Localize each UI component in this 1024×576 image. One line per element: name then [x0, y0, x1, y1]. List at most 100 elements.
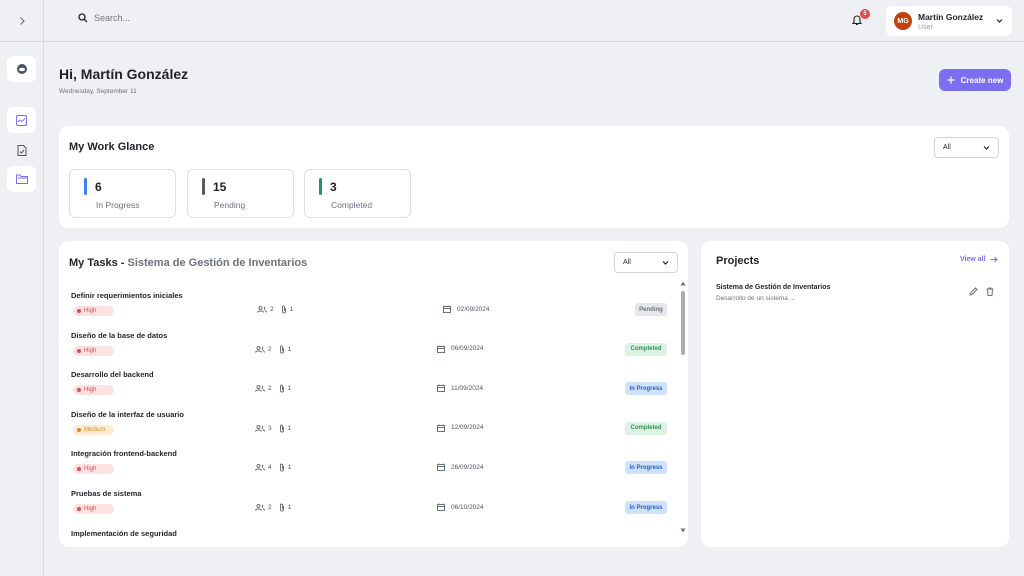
pending-label: Pending — [214, 200, 246, 210]
sidebar-item-tasks[interactable] — [7, 137, 36, 163]
attachment-count: 1 — [287, 464, 292, 472]
sidebar-item-dashboard[interactable] — [7, 107, 36, 133]
view-all-link[interactable]: View all — [960, 256, 998, 263]
priority-label: High — [84, 506, 97, 512]
priority-label: High — [84, 347, 97, 354]
create-new-label: Create new — [960, 75, 1004, 85]
task-due-date: 06/10/2024 — [437, 503, 484, 511]
priority-dot — [77, 309, 81, 313]
task-row[interactable]: Diseño de la base de datos High 2 1 06/09/20… — [71, 331, 669, 367]
stat-in-progress: 6 In Progress — [69, 169, 176, 218]
completed-count: 3 — [330, 180, 337, 194]
current-date: Wednesday, September 11 — [59, 88, 137, 95]
attachment-count: 1 — [287, 345, 292, 353]
sidebar — [0, 0, 44, 576]
folder-icon — [15, 174, 28, 184]
pending-indicator — [202, 178, 205, 195]
chevron-right-icon — [20, 16, 25, 25]
sidebar-item-home[interactable] — [7, 56, 36, 82]
task-meta: 21 — [257, 305, 293, 314]
scrollbar-thumb[interactable] — [681, 291, 685, 355]
work-glance-card: My Work Glance All 6 In Progress 15 Pend… — [59, 126, 1009, 228]
projects-title: Projects — [716, 255, 760, 267]
title-separator: - — [117, 257, 128, 269]
glance-filter-value: All — [943, 144, 951, 151]
status-badge: Completed — [625, 342, 667, 356]
scroll-up-icon — [680, 281, 686, 286]
priority-label: High — [84, 466, 97, 473]
paperclip-icon — [279, 503, 284, 512]
attachment-count: 1 — [287, 385, 292, 393]
task-name: Pruebas de sistema — [71, 489, 142, 498]
priority-dot — [77, 507, 81, 511]
task-name: Definir requerimientos iniciales — [71, 291, 183, 300]
task-due-date: 02/09/2024 — [443, 305, 490, 313]
task-meta: 41 — [255, 463, 291, 472]
create-new-button[interactable]: Create new — [939, 69, 1011, 91]
due-date-value: 26/09/2024 — [451, 463, 484, 471]
attachment-count: 1 — [289, 306, 294, 313]
priority-label: High — [84, 387, 97, 394]
user-menu[interactable]: MG Martín González User — [886, 6, 1012, 36]
search-bar — [78, 13, 294, 23]
priority-label: Medium — [84, 426, 106, 433]
notifications-button[interactable]: 5 — [851, 9, 870, 31]
member-count: 2 — [268, 345, 272, 353]
paperclip-icon — [279, 424, 284, 433]
user-name: Martín González — [918, 11, 984, 22]
tasks-filter-select[interactable]: All — [614, 252, 678, 273]
project-name[interactable]: Sistema de Gestión de Inventarios — [716, 284, 830, 291]
sidebar-toggle-button[interactable] — [0, 0, 44, 42]
users-icon — [255, 504, 265, 511]
task-meta: 21 — [255, 503, 291, 512]
topbar: 5 MG Martín González User — [44, 0, 1024, 42]
due-date-value: 06/09/2024 — [451, 345, 484, 353]
status-badge: In Progress — [625, 501, 667, 514]
due-date-value: 02/09/2024 — [457, 305, 490, 313]
priority-badge: High — [73, 504, 114, 514]
calendar-icon — [437, 463, 445, 472]
task-name: Implementación de seguridad — [71, 528, 177, 538]
priority-badge: High — [73, 464, 114, 475]
attachment-count: 1 — [287, 424, 292, 432]
tasks-scrollbar[interactable] — [680, 281, 686, 541]
sidebar-item-projects[interactable] — [7, 166, 36, 192]
trash-icon[interactable] — [986, 287, 994, 296]
task-row[interactable]: Integración frontend-backend High 4 1 26/09/… — [71, 449, 669, 485]
task-row[interactable]: Pruebas de sistema High 2 1 06/10/2024 In Pro… — [71, 489, 669, 525]
task-due-date: 06/09/2024 — [437, 345, 484, 353]
users-icon — [255, 464, 265, 472]
priority-badge: High — [73, 345, 114, 356]
priority-dot — [77, 388, 81, 393]
attachment-count: 1 — [287, 504, 292, 511]
calendar-icon — [437, 424, 445, 432]
in-progress-label: In Progress — [96, 200, 140, 210]
arrow-right-icon — [990, 256, 998, 263]
chevron-down-icon — [662, 261, 669, 265]
task-due-date: 11/09/2024 — [437, 384, 483, 393]
my-tasks-project: Sistema de Gestión de Inventarios — [127, 257, 308, 269]
paperclip-icon — [279, 345, 284, 354]
glance-filter-select[interactable]: All — [934, 137, 999, 158]
task-row[interactable]: Diseño de la interfaz de usuario Medium 3 1… — [71, 410, 669, 446]
priority-label: High — [84, 308, 97, 314]
task-row[interactable]: Implementación de seguridad — [71, 529, 669, 547]
project-actions — [969, 287, 994, 296]
search-icon — [78, 13, 88, 23]
document-check-icon — [17, 144, 26, 156]
status-badge: In Progress — [625, 461, 667, 475]
users-icon — [255, 345, 265, 353]
task-row[interactable]: Desarrollo del backend High 2 1 11/09/2024 In… — [71, 370, 669, 406]
status-badge: In Progress — [625, 382, 667, 396]
edit-icon[interactable] — [969, 287, 978, 296]
users-icon — [255, 385, 265, 392]
chevron-down-icon — [996, 19, 1003, 23]
task-name: Diseño de la base de datos — [71, 330, 168, 340]
notification-count-badge: 5 — [860, 9, 870, 19]
scroll-down-icon — [680, 528, 686, 533]
my-tasks-title: My Tasks - Sistema de Gestión de Inventa… — [69, 257, 307, 269]
view-all-label: View all — [960, 256, 986, 263]
my-tasks-card: My Tasks - Sistema de Gestión de Inventa… — [59, 241, 688, 547]
search-input[interactable] — [94, 13, 294, 23]
task-row[interactable]: Definir requerimientos iniciales High 2 1 02… — [71, 291, 669, 327]
